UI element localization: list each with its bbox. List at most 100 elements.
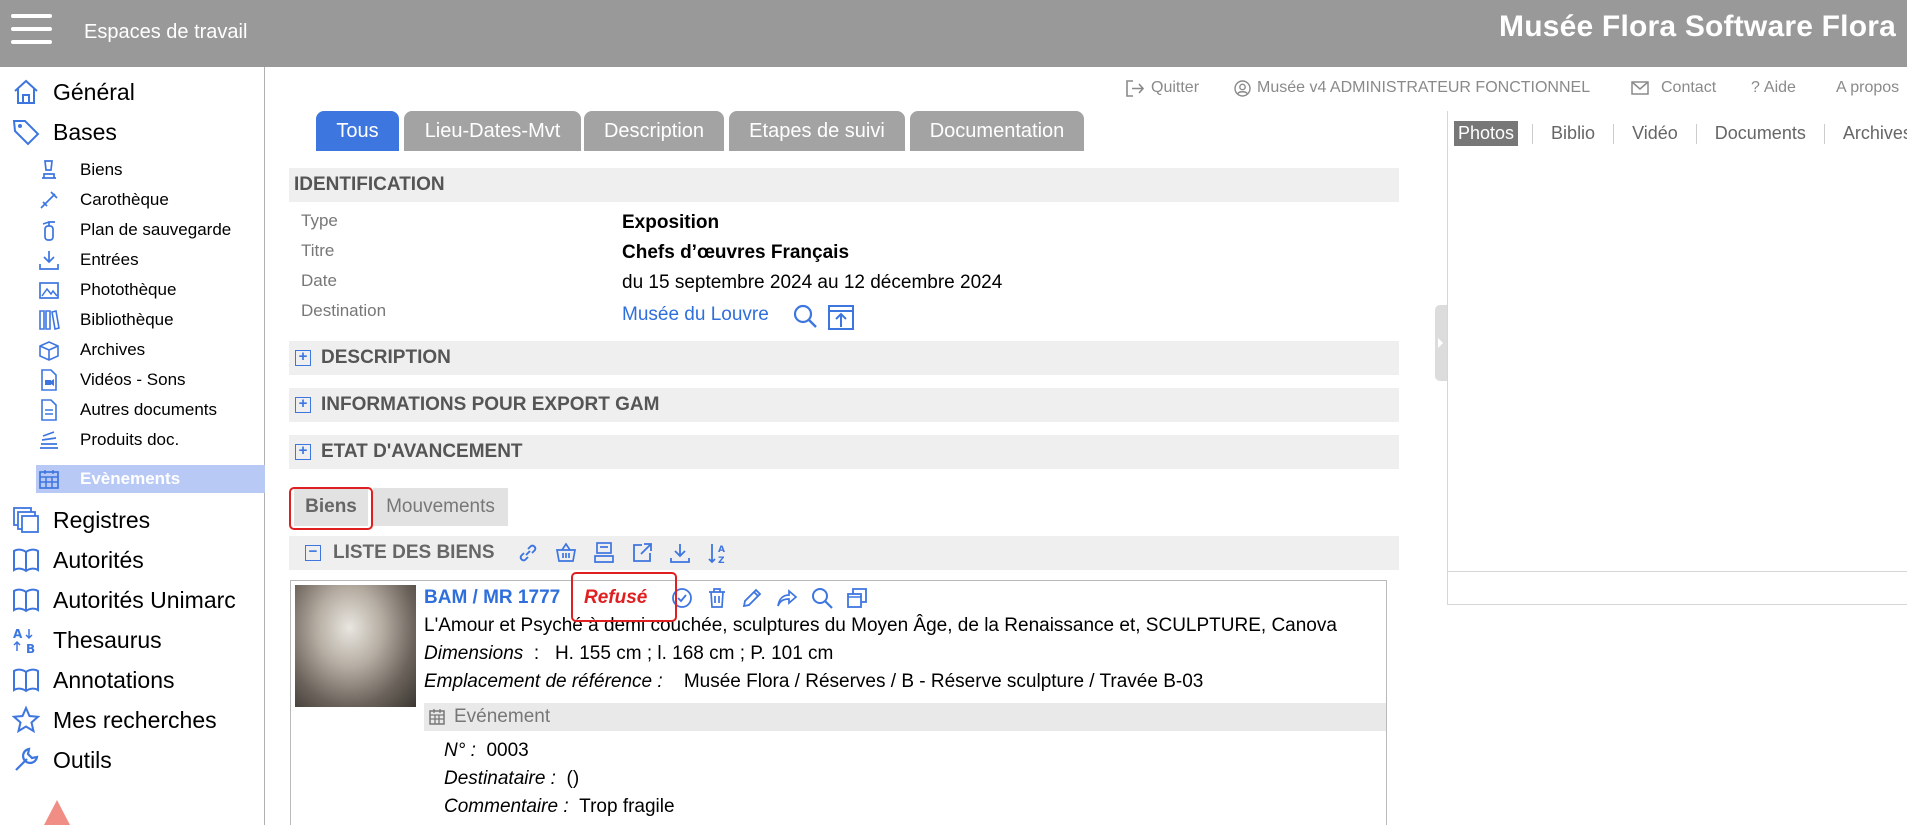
row-toolbar [669, 585, 879, 611]
sidebar-item-evenements[interactable]: Evènements [36, 465, 265, 493]
tab-archives[interactable]: Archives [1839, 121, 1907, 146]
tab-photos[interactable]: Photos [1454, 121, 1519, 146]
az-icon: AB [10, 624, 42, 656]
sidebar-item-general[interactable]: Général [10, 76, 135, 108]
sidebar: Général Bases Biens Carothèque Plan de s… [0, 67, 265, 825]
collapse-icon[interactable]: − [305, 544, 321, 561]
tab-documentation[interactable]: Documentation [910, 111, 1084, 151]
edit-pencil-icon[interactable] [739, 585, 765, 611]
sidebar-item-phototheque[interactable]: Photothèque [36, 276, 265, 304]
quit-link[interactable]: Quitter [1126, 79, 1199, 97]
external-link-icon[interactable] [629, 540, 655, 566]
tab-description[interactable]: Description [584, 111, 724, 151]
location-row: Emplacement de référence : Musée Flora /… [424, 671, 1204, 692]
sidebar-item-autorites-unimarc[interactable]: Autorités Unimarc [10, 584, 236, 616]
sidebar-item-plan-de-sauvegarde[interactable]: Plan de sauvegarde [36, 216, 265, 244]
expand-icon[interactable]: + [295, 443, 311, 460]
sidebar-item-produits-doc[interactable]: Produits doc. [36, 426, 265, 454]
user-link[interactable]: Musée v4 ADMINISTRATEUR FONCTIONNEL [1234, 79, 1590, 97]
copy-windows-icon[interactable] [844, 585, 870, 611]
highlight-box [571, 572, 677, 622]
sidebar-item-label: Annotations [53, 666, 175, 693]
dimensions-row: Dimensions : H. 155 cm ; l. 168 cm ; P. … [424, 643, 834, 664]
sidebar-item-thesaurus[interactable]: AB Thesaurus [10, 624, 162, 656]
tab-biblio[interactable]: Biblio [1547, 121, 1599, 146]
tab-lieu-dates-mvt[interactable]: Lieu-Dates-Mvt [404, 111, 581, 151]
svg-text:A: A [718, 545, 725, 555]
export-section-header[interactable]: + INFORMATIONS POUR EXPORT GAM [289, 388, 1399, 422]
search-icon[interactable] [809, 585, 835, 611]
field-value-type: Exposition [622, 212, 720, 233]
stack-icon [36, 427, 62, 453]
download-tray-icon [36, 247, 62, 273]
warning-triangle-icon [44, 800, 70, 825]
sidebar-item-label: Registres [53, 506, 151, 533]
sidebar-item-archives[interactable]: Archives [36, 336, 265, 364]
extinguisher-icon [36, 217, 62, 243]
highlight-box [289, 487, 373, 530]
panel-collapse-handle[interactable] [1435, 305, 1447, 381]
sidebar-item-bases[interactable]: Bases [10, 116, 117, 148]
books-icon [36, 307, 62, 333]
media-tabs: Photos Biblio Vidéo Documents Archives [1454, 121, 1907, 146]
menu-icon[interactable] [11, 14, 52, 44]
book-icon [10, 664, 42, 696]
sidebar-item-label: Autorités [53, 546, 144, 573]
sidebar-item-label: Entrées [80, 250, 139, 269]
sidebar-item-label: Thesaurus [53, 626, 162, 653]
progress-section-header[interactable]: + ETAT D'AVANCEMENT [289, 435, 1399, 469]
description-section-header[interactable]: + DESCRIPTION [289, 341, 1399, 375]
help-link[interactable]: ? Aide [1751, 79, 1796, 97]
workspaces-link[interactable]: Espaces de travail [84, 21, 247, 44]
object-thumbnail[interactable] [295, 585, 416, 707]
user-icon [1234, 79, 1251, 97]
sidebar-item-label: Archives [80, 340, 146, 359]
question-icon: ? [1751, 79, 1760, 96]
list-header: − LISTE DES BIENS AZ [289, 536, 1399, 570]
sidebar-item-carotheque[interactable]: Carothèque [36, 186, 265, 214]
sidebar-item-videos-sons[interactable]: Vidéos - Sons [36, 366, 265, 394]
sidebar-item-mes-recherches[interactable]: Mes recherches [10, 704, 217, 736]
search-icon[interactable] [792, 303, 818, 329]
sidebar-item-autres-documents[interactable]: Autres documents [36, 396, 265, 424]
sidebar-item-outils[interactable]: Outils [10, 744, 112, 776]
storage-icon[interactable] [591, 540, 617, 566]
box-icon [36, 337, 62, 363]
event-section-header: Evénement [424, 703, 1386, 731]
registers-icon [10, 504, 42, 536]
share-arrow-icon[interactable] [774, 585, 800, 611]
sidebar-item-autorites[interactable]: Autorités [10, 544, 144, 576]
sidebar-item-bibliotheque[interactable]: Bibliothèque [36, 306, 265, 334]
object-icon [36, 157, 62, 183]
sidebar-item-annotations[interactable]: Annotations [10, 664, 174, 696]
expand-icon[interactable]: + [295, 396, 311, 413]
contact-link[interactable]: Contact [1631, 79, 1716, 97]
sort-az-icon[interactable]: AZ [705, 540, 731, 566]
envelope-icon [1631, 80, 1649, 95]
object-reference-link[interactable]: BAM / MR 1777 [424, 587, 560, 609]
home-icon [10, 76, 42, 108]
sidebar-item-registres[interactable]: Registres [10, 504, 150, 536]
sidebar-item-entrees[interactable]: Entrées [36, 246, 265, 274]
tab-etapes-de-suivi[interactable]: Etapes de suivi [729, 111, 905, 151]
tab-video[interactable]: Vidéo [1628, 121, 1682, 146]
basket-icon[interactable] [553, 540, 579, 566]
sidebar-item-biens[interactable]: Biens [36, 156, 265, 184]
sidebar-item-label: Produits doc. [80, 430, 180, 449]
tab-tous[interactable]: Tous [316, 111, 399, 151]
link-icon[interactable] [515, 540, 541, 566]
expand-icon[interactable]: + [295, 349, 311, 366]
download-icon[interactable] [667, 540, 693, 566]
tab-documents[interactable]: Documents [1711, 121, 1810, 146]
subtab-mouvements[interactable]: Mouvements [373, 488, 508, 526]
destination-link[interactable]: Musée du Louvre [622, 304, 769, 326]
open-record-icon[interactable] [827, 303, 855, 331]
document-icon [36, 397, 62, 423]
field-label-type: Type [301, 211, 338, 230]
trash-icon[interactable] [704, 585, 730, 611]
about-link[interactable]: A propos [1836, 79, 1899, 97]
wrench-icon [10, 744, 42, 776]
sidebar-item-label: Autres documents [80, 400, 218, 419]
sidebar-item-label: Evènements [80, 469, 181, 488]
sidebar-item-label: Vidéos - Sons [80, 370, 186, 389]
